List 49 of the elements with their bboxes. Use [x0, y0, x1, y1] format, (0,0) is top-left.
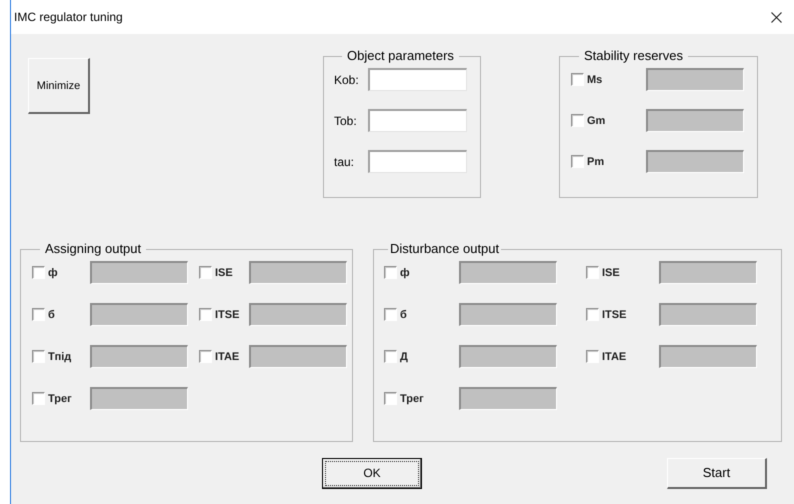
- checkbox[interactable]: [586, 350, 599, 363]
- checkbox[interactable]: [384, 266, 397, 279]
- checkbox-label: Тпід: [48, 350, 72, 362]
- field-label: Kob:: [334, 72, 360, 86]
- checkbox-label: б: [48, 308, 55, 320]
- group-title: Disturbance output: [389, 241, 500, 257]
- checkbox[interactable]: [32, 266, 45, 279]
- checkbox[interactable]: [384, 350, 397, 363]
- checkbox-label: Д: [400, 350, 408, 362]
- input-field[interactable]: [368, 68, 467, 91]
- checkbox[interactable]: [586, 308, 599, 321]
- checkbox[interactable]: [32, 308, 45, 321]
- checkbox[interactable]: [384, 392, 397, 405]
- start-button[interactable]: Start: [667, 458, 767, 488]
- ok-button[interactable]: OK: [322, 458, 422, 488]
- checkbox-label: Трег: [48, 392, 72, 404]
- close-icon[interactable]: [771, 12, 782, 22]
- checkbox[interactable]: [571, 114, 584, 127]
- checkbox[interactable]: [199, 350, 212, 363]
- checkbox-label: Ms: [587, 74, 602, 86]
- checkbox-label: ф: [400, 266, 410, 278]
- checkbox[interactable]: [32, 350, 45, 363]
- checkbox-label: Pm: [587, 156, 604, 168]
- checkbox[interactable]: [571, 155, 584, 168]
- field-label: Tob:: [334, 114, 358, 128]
- checkbox-label: ITAE: [215, 350, 240, 362]
- checkbox-label: ISE: [215, 266, 233, 278]
- checkbox-label: ITSE: [215, 308, 240, 320]
- checkbox[interactable]: [32, 392, 45, 405]
- group-title: Assigning output: [44, 241, 142, 257]
- checkbox[interactable]: [586, 266, 599, 279]
- field-label: tau:: [334, 154, 356, 168]
- window-title: IMC regulator tuning: [14, 10, 123, 24]
- checkbox-label: ф: [48, 266, 58, 278]
- checkbox[interactable]: [199, 308, 212, 321]
- checkbox[interactable]: [571, 73, 584, 86]
- group-title: Object parameters: [346, 48, 455, 64]
- minimize-button[interactable]: Minimize: [28, 58, 90, 114]
- checkbox-label: ITAE: [602, 350, 626, 362]
- checkbox-label: б: [400, 308, 407, 320]
- checkbox[interactable]: [384, 308, 397, 321]
- checkbox-label: ITSE: [602, 308, 626, 320]
- input-field[interactable]: [368, 109, 467, 132]
- checkbox-label: Gm: [587, 114, 606, 126]
- checkbox[interactable]: [199, 266, 212, 279]
- checkbox-label: ISE: [602, 266, 620, 278]
- checkbox-label: Трег: [400, 392, 424, 404]
- input-field[interactable]: [368, 150, 467, 173]
- group-title: Stability reserves: [583, 48, 684, 64]
